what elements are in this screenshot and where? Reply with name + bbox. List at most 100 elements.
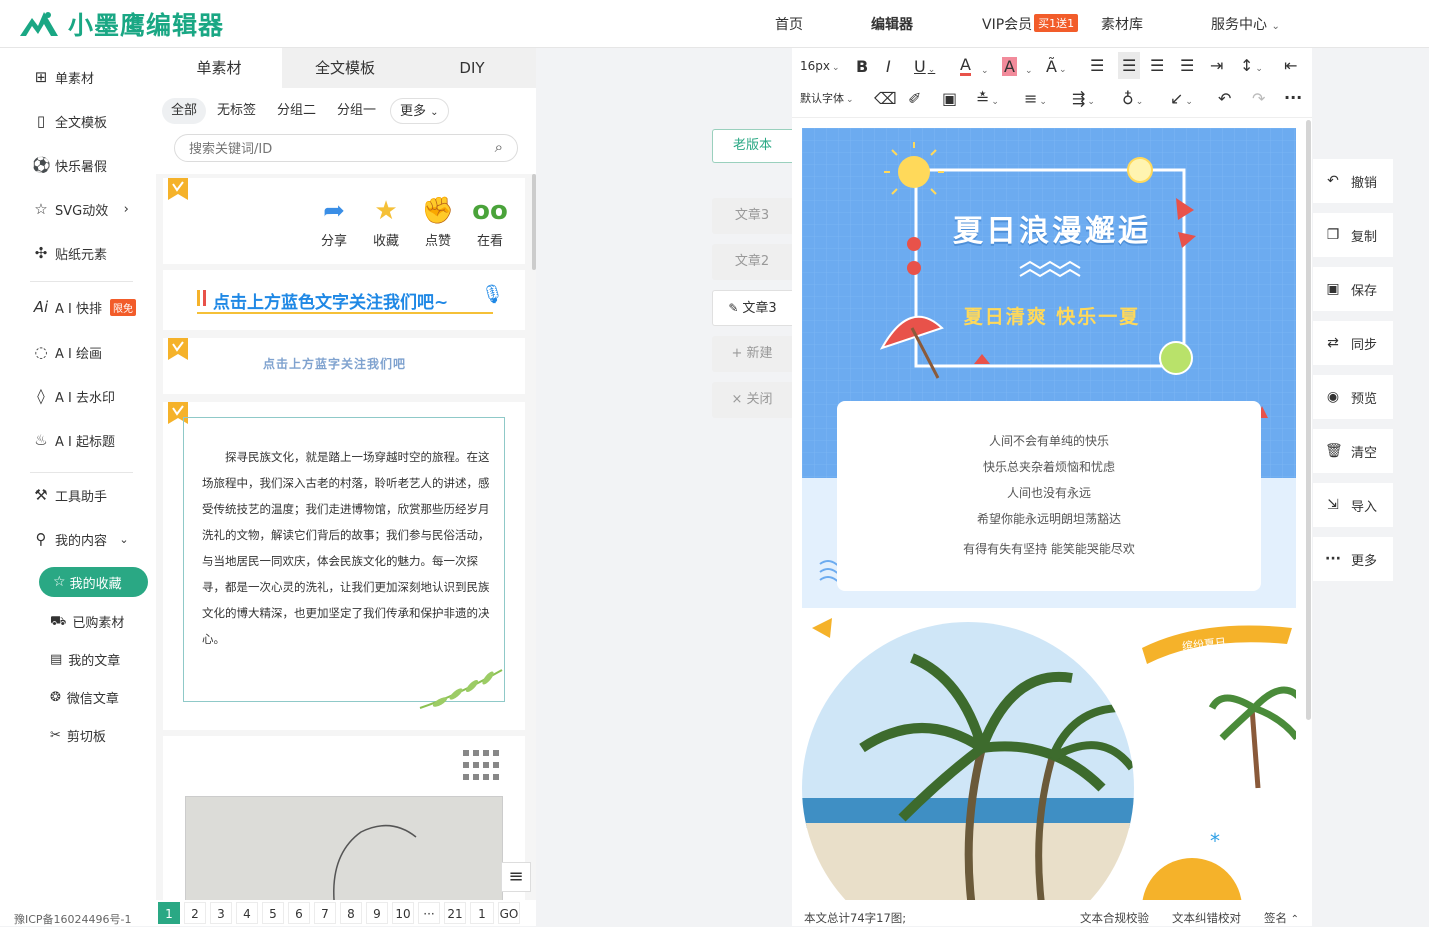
page-ellipsis[interactable]: ··· <box>418 902 440 924</box>
old-version-button[interactable]: 老版本 <box>712 129 792 163</box>
sidebar-item-single[interactable]: ⊞ 单素材 <box>32 68 94 88</box>
filter-group-1[interactable]: 分组一 <box>328 98 385 124</box>
align-center-icon[interactable]: ☰ <box>1118 52 1141 79</box>
tab-single[interactable]: 单素材 <box>156 48 282 88</box>
filter-group-2[interactable]: 分组二 <box>268 98 325 124</box>
copy-button[interactable]: ❐ 复制 <box>1313 213 1393 257</box>
save-button[interactable]: ▣ 保存 <box>1313 267 1393 311</box>
sidebar-item-summer[interactable]: ⚽ 快乐暑假 <box>32 156 107 176</box>
space-after-icon[interactable]: ≡ ⌄ <box>1024 89 1047 108</box>
compliance-check-link[interactable]: 文本合规校验 <box>1080 910 1149 926</box>
clear-button[interactable]: 🗑 清空 <box>1313 429 1393 473</box>
redo-icon[interactable]: ↷ <box>1252 89 1265 108</box>
sidebar-item-tools[interactable]: ⚒ 工具助手 <box>32 486 107 506</box>
sidebar-item-fulltext[interactable]: ▯ 全文模板 <box>32 112 107 132</box>
page-21[interactable]: 21 <box>444 902 466 924</box>
chevron-down-icon[interactable]: ⌄ <box>979 58 989 77</box>
sidebar-item-ai-title[interactable]: ♨ A I 起标题 <box>32 431 115 451</box>
font-color-icon[interactable]: A <box>960 57 971 76</box>
line-height-icon[interactable]: ↕ ⌄ <box>1240 56 1263 75</box>
icp-license[interactable]: 豫ICP备16024496号-1 <box>14 911 132 927</box>
undo-icon[interactable]: ↶ <box>1218 89 1231 108</box>
doc-tab-active[interactable]: ✎ 文章3 <box>712 290 792 326</box>
bold-icon[interactable]: B <box>856 57 868 76</box>
page-8[interactable]: 8 <box>340 902 362 924</box>
letter-spacing-icon[interactable]: Ã ⌄ <box>1046 57 1067 76</box>
sidebar-item-ai-draw[interactable]: ◌ A I 绘画 <box>32 343 102 363</box>
space-before-icon[interactable]: ≛ ⌄ <box>976 89 999 108</box>
more-button[interactable]: ··· 更多 <box>1313 537 1393 581</box>
material-card[interactable]: 点击上方蓝色文字关注我们吧~ 🎙 <box>163 270 525 330</box>
doc-tab[interactable]: 文章3 <box>712 198 792 234</box>
search-input[interactable] <box>189 139 479 159</box>
tab-fulltext[interactable]: 全文模板 <box>282 48 408 88</box>
sidebar-item-purchased[interactable]: ⛟ 已购素材 <box>50 612 124 631</box>
nav-service[interactable]: 服务中心 ⌄ <box>1211 14 1280 34</box>
page-10[interactable]: 10 <box>392 902 414 924</box>
sidebar-item-clipboard[interactable]: ✂ 剪切板 <box>50 726 106 745</box>
page-3[interactable]: 3 <box>210 902 232 924</box>
page-5[interactable]: 5 <box>262 902 284 924</box>
sidebar-item-wechat[interactable]: ❂ 微信文章 <box>50 688 119 707</box>
page-6[interactable]: 6 <box>288 902 310 924</box>
more-icon[interactable]: ··· <box>1284 88 1302 107</box>
arrow-icon[interactable]: ↙ ⌄ <box>1170 89 1193 108</box>
share-item[interactable]: ★ 收藏 <box>360 198 412 249</box>
material-card[interactable]: ➦ 分享 ★ 收藏 ✊ 点赞 oo 在看 <box>163 178 525 264</box>
highlight-icon[interactable]: A <box>1002 57 1017 76</box>
nav-library[interactable]: 素材库 <box>1101 14 1143 34</box>
share-item[interactable]: ➦ 分享 <box>308 198 360 249</box>
nav-home[interactable]: 首页 <box>775 14 803 34</box>
format-painter-icon[interactable]: ✐ <box>908 89 921 108</box>
chevron-down-icon[interactable]: ⌄ <box>1023 58 1033 77</box>
doc-tab[interactable]: 文章2 <box>712 244 792 280</box>
close-doc-button[interactable]: × 关闭 <box>712 382 792 418</box>
align-left-icon[interactable]: ☰ <box>1090 56 1104 75</box>
import-button[interactable]: ⇲ 导入 <box>1313 483 1393 527</box>
search-icon[interactable]: ⌕ <box>495 140 503 155</box>
share-item[interactable]: ✊ 点赞 <box>412 198 464 249</box>
filter-all[interactable]: 全部 <box>162 98 207 124</box>
sidebar-item-svg[interactable]: ☆ SVG动效 › <box>32 200 135 220</box>
page-1[interactable]: 1 <box>158 902 180 924</box>
eraser-icon[interactable]: ⌫ <box>874 89 897 108</box>
filter-untagged[interactable]: 无标签 <box>208 98 265 124</box>
sidebar-item-favorites[interactable]: ☆ 我的收藏 <box>39 567 148 597</box>
bulb-icon[interactable]: ♁ ⌄ <box>1122 89 1143 108</box>
export-icon[interactable]: ⇤ <box>1284 56 1297 75</box>
font-size-select[interactable]: 16px ⌄ <box>800 59 840 73</box>
preview-button[interactable]: ◉ 预览 <box>1313 375 1393 419</box>
share-item[interactable]: oo 在看 <box>464 198 516 249</box>
scrollbar[interactable] <box>532 174 536 270</box>
article-canvas[interactable]: 夏日浪漫邂逅 夏日清爽 快乐一夏 人间不会有单纯的快乐 快乐总夹杂着烦恼和忧虑 … <box>802 128 1296 900</box>
underline-icon[interactable]: U ⌄ <box>914 57 935 76</box>
page-input[interactable]: 1 <box>470 902 494 924</box>
tab-diy[interactable]: DIY <box>408 48 536 88</box>
filter-more[interactable]: 更多 ⌄ <box>390 98 449 124</box>
page-9[interactable]: 9 <box>366 902 388 924</box>
material-card[interactable]: 探寻民族文化，就是踏上一场穿越时空的旅程。在这场旅程中，我们深入古老的村落，聆听… <box>163 402 525 730</box>
italic-icon[interactable]: I <box>886 57 891 76</box>
sidebar-item-sticker[interactable]: ✣ 贴纸元素 <box>32 244 107 264</box>
page-7[interactable]: 7 <box>314 902 336 924</box>
page-2[interactable]: 2 <box>184 902 206 924</box>
nav-editor[interactable]: 编辑器 <box>871 14 913 34</box>
image-icon[interactable]: ▣ <box>942 89 957 108</box>
align-justify-icon[interactable]: ☰ <box>1180 56 1194 75</box>
paragraph-indent-icon[interactable]: ⇶ ⌄ <box>1072 89 1095 108</box>
page-4[interactable]: 4 <box>236 902 258 924</box>
sidebar-item-ai-layout[interactable]: Ai A I 快排 限免 <box>32 298 136 317</box>
error-check-link[interactable]: 文本纠错校对 <box>1172 910 1241 926</box>
sidebar-item-ai-watermark[interactable]: ◊ A I 去水印 <box>32 387 115 407</box>
font-family-select[interactable]: 默认字体 ⌄ <box>800 90 854 106</box>
signature-select[interactable]: 签名 ⌃ <box>1264 910 1299 926</box>
editor-scrollbar[interactable] <box>1306 120 1311 720</box>
page-go-button[interactable]: GO <box>498 902 520 924</box>
sidebar-item-my-content[interactable]: ⚲ 我的内容 ⌄ <box>32 530 133 550</box>
material-card[interactable]: 点击上方蓝字关注我们吧 <box>163 338 525 394</box>
align-right-icon[interactable]: ☰ <box>1150 56 1164 75</box>
sidebar-item-articles[interactable]: ▤ 我的文章 <box>50 650 120 669</box>
new-doc-button[interactable]: + 新建 <box>712 336 792 372</box>
menu-button[interactable]: ≡ <box>501 862 531 892</box>
undo-button[interactable]: ↶ 撤销 <box>1313 159 1393 203</box>
